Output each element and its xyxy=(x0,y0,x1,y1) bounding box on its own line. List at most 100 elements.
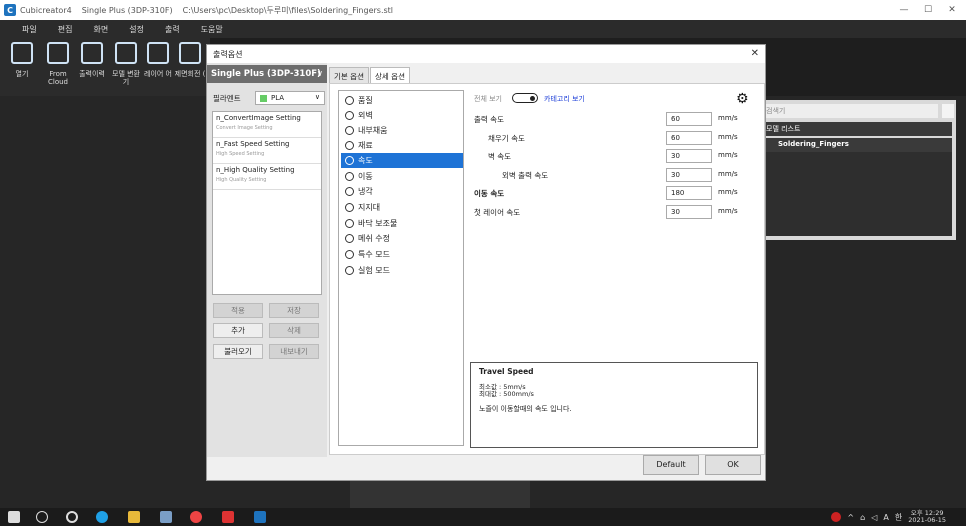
category-support[interactable]: 지지대 xyxy=(341,200,463,215)
setting-value-input[interactable]: 30 xyxy=(666,167,712,182)
setting-value-input[interactable]: 30 xyxy=(666,204,712,219)
setting-value-input[interactable]: 60 xyxy=(666,112,712,126)
edge-icon[interactable] xyxy=(96,511,108,523)
volume-icon[interactable]: ◁ xyxy=(871,513,877,522)
layers-icon xyxy=(147,42,169,64)
profile-item[interactable]: n_Fast Speed Setting High Speed Setting xyxy=(213,138,321,164)
search-icon[interactable] xyxy=(942,104,954,118)
description-max: 최대값 : 500mm/s xyxy=(479,390,534,398)
language-indicator[interactable]: A xyxy=(883,513,888,522)
menu-print[interactable]: 출력 xyxy=(165,24,180,35)
profile-item[interactable]: n_High Quality Setting High Quality Setti… xyxy=(213,164,321,190)
setting-unit: mm/s xyxy=(718,151,738,159)
record-icon[interactable] xyxy=(831,512,842,522)
category-list: 품질 외벽 내부채움 재료 속도 이동 냉각 지지대 바닥 보조물 메쉬 수정 … xyxy=(338,90,464,446)
category-travel[interactable]: 이동 xyxy=(341,169,463,184)
file-explorer-icon[interactable] xyxy=(128,511,140,523)
category-view-label[interactable]: 카테고리 보기 xyxy=(544,94,585,104)
printer-select[interactable]: Single Plus (3DP-310F) ∨ xyxy=(207,65,327,83)
from-cloud-button[interactable]: From Cloud xyxy=(40,42,76,86)
menu-file[interactable]: 파일 xyxy=(22,24,37,35)
export-button[interactable]: 내보내기 xyxy=(269,344,319,359)
setting-travel-speed: 이동 속도 180 mm/s xyxy=(470,184,758,202)
filament-row: 필라멘트 PLA ∨ xyxy=(213,91,325,105)
view-all-label: 전체 보기 xyxy=(474,95,502,103)
material-icon xyxy=(345,141,354,150)
quality-icon xyxy=(345,96,354,105)
category-shell[interactable]: 외벽 xyxy=(341,108,463,123)
task-view-icon[interactable] xyxy=(66,511,78,523)
category-mesh-fixes[interactable]: 메쉬 수정 xyxy=(341,231,463,246)
adhesion-icon xyxy=(345,219,354,228)
close-window-button[interactable]: ✕ xyxy=(938,0,966,20)
add-button[interactable]: 추가 xyxy=(213,323,263,338)
model-list-panel: 검색기 모델 리스트 Soldering_Fingers xyxy=(758,100,956,240)
profile-item[interactable]: n_ConvertImage Setting Convert Image Sett… xyxy=(213,112,321,138)
file-path: C:\Users\pc\Desktop\두루미\files\Soldering_… xyxy=(182,5,394,15)
tab-basic-options[interactable]: 기본 옵션 xyxy=(329,67,369,83)
description-title: Travel Speed xyxy=(479,367,534,376)
setting-value-input[interactable]: 180 xyxy=(666,186,712,200)
filament-select[interactable]: PLA ∨ xyxy=(255,91,325,105)
toolbar: 열기 From Cloud 출력이력 모델 변환 기 레이어 어 제면회전 ( xyxy=(0,38,210,96)
special-icon xyxy=(345,250,354,259)
category-quality[interactable]: 품질 xyxy=(341,93,463,108)
setting-value-input[interactable]: 60 xyxy=(666,130,712,145)
system-tray: ^ ⌂ ◁ A 한 오후 12:29 2021-06-15 xyxy=(831,508,966,526)
apply-button[interactable]: 적용 xyxy=(213,303,263,318)
setting-outer-wall-speed: 외벽 출력 속도 30 mm/s xyxy=(470,166,758,184)
ok-button[interactable]: OK xyxy=(705,455,761,475)
open-button[interactable]: 열기 xyxy=(4,42,40,78)
model-list-item[interactable]: Soldering_Fingers xyxy=(762,138,952,152)
model-list-body xyxy=(762,152,952,236)
options-tabs: 기본 옵션 상세 옵션 xyxy=(329,67,411,83)
app-icon[interactable] xyxy=(222,511,234,523)
transform-button[interactable]: 모델 변환 기 xyxy=(108,42,144,86)
menu-edit[interactable]: 편집 xyxy=(58,24,73,35)
menu-view[interactable]: 화면 xyxy=(93,24,108,35)
category-infill[interactable]: 내부채움 xyxy=(341,123,463,138)
category-build-plate-adhesion[interactable]: 바닥 보조물 xyxy=(341,216,463,231)
category-speed[interactable]: 속도 xyxy=(341,153,463,168)
setting-print-speed: 출력 속도 60 mm/s xyxy=(470,110,758,128)
category-material[interactable]: 재료 xyxy=(341,138,463,153)
setting-value-input[interactable]: 30 xyxy=(666,149,712,163)
print-history-button[interactable]: 출력이력 xyxy=(74,42,110,78)
category-special-modes[interactable]: 특수 모드 xyxy=(341,247,463,262)
category-experimental[interactable]: 실험 모드 xyxy=(341,263,463,278)
layers-button[interactable]: 레이어 어 xyxy=(140,42,176,78)
gear-icon[interactable]: ⚙ xyxy=(736,91,749,107)
setting-wall-speed: 벽 속도 30 mm/s xyxy=(470,147,758,165)
profile-pane: Single Plus (3DP-310F) ∨ 필라멘트 PLA ∨ n_Conv… xyxy=(207,63,327,457)
windows-start-icon[interactable] xyxy=(8,511,20,523)
delete-button[interactable]: 삭제 xyxy=(269,323,319,338)
menu-bar: 파일 편집 화면 설정 출력 도움말 xyxy=(0,20,966,38)
save-button[interactable]: 저장 xyxy=(269,303,319,318)
notepad-icon[interactable] xyxy=(160,511,172,523)
speed-icon xyxy=(345,156,354,165)
chevron-up-icon[interactable]: ^ xyxy=(847,513,854,522)
ime-indicator[interactable]: 한 xyxy=(895,512,902,523)
infill-icon xyxy=(345,126,354,135)
menu-settings[interactable]: 설정 xyxy=(129,24,144,35)
model-search-input[interactable]: 검색기 xyxy=(762,104,938,118)
filament-color-swatch xyxy=(260,94,267,102)
fan-icon xyxy=(345,187,354,196)
import-button[interactable]: 불러오기 xyxy=(213,344,263,359)
title-bar: C Cubicreator4 Single Plus (3DP-310F) C:… xyxy=(0,0,966,20)
default-button[interactable]: Default xyxy=(643,455,699,475)
rotate-button[interactable]: 제면회전 ( xyxy=(172,42,208,78)
setting-label: 이동 속도 xyxy=(474,189,505,198)
dialog-close-button[interactable]: ✕ xyxy=(751,48,759,59)
clock[interactable]: 오후 12:29 2021-06-15 xyxy=(908,510,946,524)
chrome-icon[interactable] xyxy=(190,511,202,523)
category-cooling[interactable]: 냉각 xyxy=(341,184,463,199)
chevron-down-icon: ∨ xyxy=(316,69,323,79)
view-toggle[interactable] xyxy=(512,93,538,103)
search-icon[interactable] xyxy=(36,511,48,523)
network-icon[interactable]: ⌂ xyxy=(860,513,865,522)
cubicreator-icon[interactable] xyxy=(254,511,266,523)
menu-help[interactable]: 도움말 xyxy=(201,24,223,35)
tab-detailed-options[interactable]: 상세 옵션 xyxy=(369,67,410,83)
tools-icon xyxy=(345,234,354,243)
